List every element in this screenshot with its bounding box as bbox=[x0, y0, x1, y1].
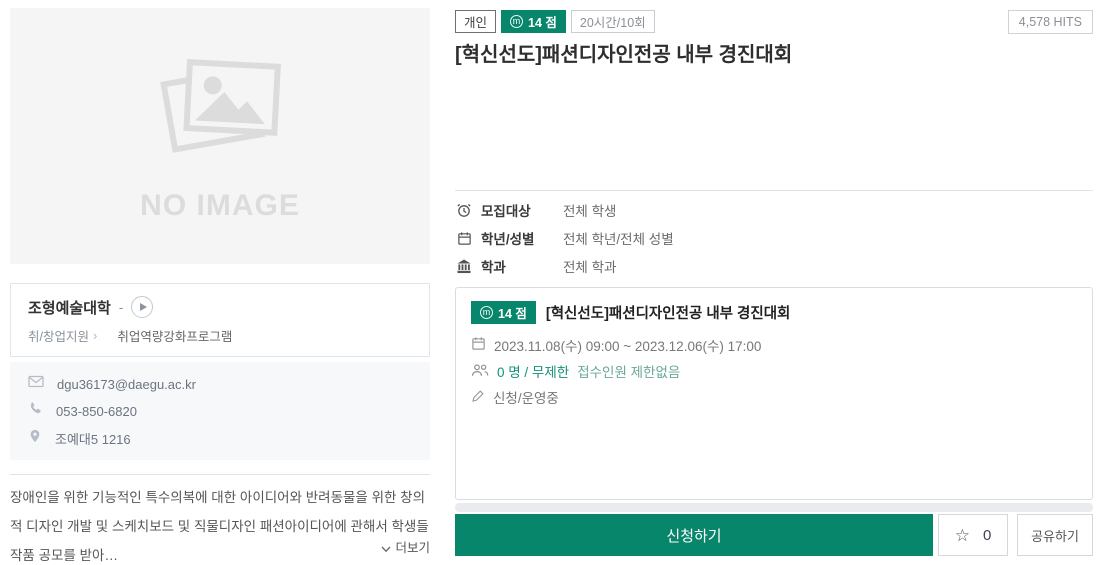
detail-value: 전체 학년/전체 성별 bbox=[563, 228, 674, 248]
more-button[interactable]: 더보기 bbox=[10, 537, 430, 556]
pen-icon bbox=[471, 389, 485, 406]
map-pin-icon bbox=[28, 428, 42, 449]
detail-label: 모집대상 bbox=[481, 200, 563, 220]
star-icon: ☆ bbox=[955, 527, 970, 544]
detail-label: 학년/성별 bbox=[481, 228, 563, 248]
session-points-badge: m 14 점 bbox=[471, 301, 536, 324]
contact-card: dgu36173@daegu.ac.kr 053-850-6820 조예대5 1… bbox=[10, 362, 430, 460]
session-title: [혁신선도]패션디자인전공 내부 경진대회 bbox=[546, 302, 791, 323]
alarm-clock-icon bbox=[455, 202, 473, 218]
calendar-icon bbox=[455, 231, 473, 246]
session-status: 신청/운영중 bbox=[493, 387, 559, 407]
envelope-icon bbox=[28, 375, 44, 393]
detail-value: 전체 학과 bbox=[563, 256, 616, 276]
breadcrumb: 취/창업지원 › 취업역량강화프로그램 bbox=[28, 326, 412, 345]
contact-location-row: 조예대5 1216 bbox=[28, 429, 412, 447]
horizontal-scrollbar[interactable] bbox=[455, 503, 1093, 512]
contact-phone: 053-850-6820 bbox=[56, 404, 137, 419]
mileage-icon: m bbox=[480, 306, 493, 319]
points-badge-label: 14 점 bbox=[528, 12, 557, 31]
mileage-icon: m bbox=[510, 15, 523, 28]
detail-value: 전체 학생 bbox=[563, 200, 616, 220]
divider bbox=[455, 190, 1093, 191]
detail-row-grade-gender: 학년/성별 전체 학년/전체 성별 bbox=[455, 224, 1093, 252]
session-capacity-note: 접수인원 제한없음 bbox=[577, 361, 680, 381]
page-title: [혁신선도]패션디자인전공 내부 경진대회 bbox=[455, 38, 995, 67]
favorite-button[interactable]: ☆ 0 bbox=[938, 514, 1008, 556]
calendar-icon bbox=[471, 336, 486, 354]
session-points-label: 14 점 bbox=[498, 303, 527, 322]
chevron-down-icon bbox=[381, 546, 391, 553]
no-image-label: NO IMAGE bbox=[140, 189, 300, 223]
chevron-right-icon: › bbox=[93, 328, 97, 343]
session-status-row: 신청/운영중 bbox=[471, 384, 1077, 410]
contact-phone-row: 053-850-6820 bbox=[28, 402, 412, 420]
dash-separator: - bbox=[119, 300, 123, 315]
more-label: 더보기 bbox=[395, 541, 430, 555]
apply-button[interactable]: 신청하기 bbox=[455, 514, 933, 556]
photo-placeholder-icon bbox=[154, 50, 286, 165]
badge-row: 개인 m 14 점 20시간/10회 bbox=[455, 10, 655, 33]
organization-name: 조형예술대학 bbox=[28, 297, 111, 318]
no-image-placeholder: NO IMAGE bbox=[10, 8, 430, 264]
detail-list: 모집대상 전체 학생 학년/성별 전체 학년/전체 성별 bbox=[455, 196, 1093, 280]
session-card[interactable]: m 14 점 [혁신선도]패션디자인전공 내부 경진대회 2023.11.08(… bbox=[455, 287, 1093, 500]
share-button[interactable]: 공유하기 bbox=[1017, 514, 1093, 556]
session-capacity: 0 명 / 무제한 bbox=[497, 361, 569, 381]
detail-label: 학과 bbox=[481, 256, 563, 276]
contact-email: dgu36173@daegu.ac.kr bbox=[57, 377, 196, 392]
hours-badge: 20시간/10회 bbox=[571, 10, 655, 33]
breadcrumb-program: 취업역량강화프로그램 bbox=[117, 326, 232, 345]
detail-row-department: 학과 전체 학과 bbox=[455, 252, 1093, 280]
session-date-row: 2023.11.08(수) 09:00 ~ 2023.12.06(수) 17:0… bbox=[471, 332, 1077, 358]
detail-row-target: 모집대상 전체 학생 bbox=[455, 196, 1093, 224]
points-badge: m 14 점 bbox=[501, 10, 566, 33]
program-detail-page: NO IMAGE 조형예술대학 - 취/창업지원 › 취업역량강화프로그램 dg… bbox=[0, 0, 1098, 565]
play-icon bbox=[140, 303, 147, 311]
people-icon bbox=[471, 363, 489, 380]
play-button[interactable] bbox=[131, 296, 153, 318]
type-badge: 개인 bbox=[455, 10, 496, 33]
divider bbox=[10, 474, 430, 475]
session-capacity-row: 0 명 / 무제한 접수인원 제한없음 bbox=[471, 358, 1077, 384]
session-date: 2023.11.08(수) 09:00 ~ 2023.12.06(수) 17:0… bbox=[494, 335, 761, 355]
favorite-count: 0 bbox=[983, 527, 991, 544]
bank-icon bbox=[455, 259, 473, 274]
contact-email-row: dgu36173@daegu.ac.kr bbox=[28, 375, 412, 393]
hits-counter: 4,578 HITS bbox=[1008, 10, 1093, 34]
phone-icon bbox=[28, 401, 43, 421]
organization-card: 조형예술대학 - 취/창업지원 › 취업역량강화프로그램 bbox=[10, 283, 430, 357]
breadcrumb-category: 취/창업지원 bbox=[28, 326, 89, 345]
contact-location: 조예대5 1216 bbox=[55, 429, 131, 448]
